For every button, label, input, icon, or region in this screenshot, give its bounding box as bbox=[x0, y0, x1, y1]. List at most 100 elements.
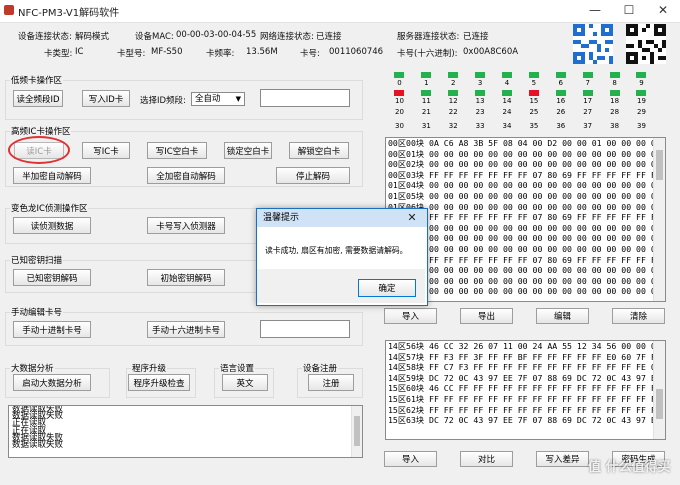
sector-led-icon bbox=[475, 72, 486, 78]
hex-bottom-scrollbar[interactable] bbox=[653, 341, 665, 439]
sector-number: 26 bbox=[556, 108, 566, 116]
hex-top-scrollbar[interactable] bbox=[653, 138, 665, 301]
sector-number: 11 bbox=[421, 97, 431, 105]
sector-indicator: 28 bbox=[601, 108, 628, 116]
sector-indicator: 27 bbox=[574, 108, 601, 116]
unlock-blank-button[interactable]: 解锁空白卡 bbox=[289, 142, 349, 159]
lowfreq-input[interactable] bbox=[260, 89, 350, 107]
window-title: NFC-PM3-V1解码软件 bbox=[18, 8, 120, 19]
register-button[interactable]: 注册 bbox=[308, 374, 354, 391]
card-model-label: 卡型号: bbox=[117, 49, 146, 59]
sector-led-icon bbox=[448, 90, 459, 96]
maximize-icon[interactable]: ☐ bbox=[612, 0, 646, 22]
card-no-hex-value: 0x00A8C60A bbox=[463, 47, 519, 57]
sector-led-icon bbox=[502, 72, 512, 78]
log-line: 数据读取失败 bbox=[12, 411, 64, 422]
stop-decode-button[interactable]: 停止解码 bbox=[276, 167, 350, 184]
server-status-value: 已连接 bbox=[463, 32, 489, 42]
known-key-decode-button[interactable]: 已知密钥解码 bbox=[13, 269, 91, 286]
semi-auto-decode-button[interactable]: 半加密自动解码 bbox=[13, 167, 91, 184]
write-blank-button[interactable]: 写IC空白卡 bbox=[147, 142, 207, 159]
sector-indicator: 8 bbox=[601, 72, 628, 87]
sector-number: 23 bbox=[475, 108, 485, 116]
alert-dialog: 温馨提示 ✕ 读卡成功, 扇区有加密, 需要数据请解码。 确定 bbox=[256, 208, 428, 306]
sector-indicator: 25 bbox=[520, 108, 547, 116]
init-key-decode-button[interactable]: 初始密钥解码 bbox=[147, 269, 225, 286]
ok-button[interactable]: 确定 bbox=[358, 279, 416, 297]
manual-card-input[interactable] bbox=[260, 320, 350, 338]
minimize-icon[interactable]: — bbox=[578, 0, 612, 22]
sector-number: 21 bbox=[421, 108, 431, 116]
hex-row: 15区63块 DC 72 0C 43 97 EE 7F 07 88 69 DC … bbox=[388, 415, 661, 426]
log-line: 正在读取 bbox=[12, 418, 47, 429]
card-no-label: 卡号: bbox=[300, 49, 320, 59]
hex-data-bottom[interactable]: 14区56块 46 CC 32 26 07 11 00 24 AA 55 12 … bbox=[385, 340, 666, 440]
sector-number: 29 bbox=[637, 108, 646, 116]
network-status-value: 已连接 bbox=[316, 32, 342, 42]
sector-led-icon bbox=[609, 72, 620, 78]
sector-indicator: 35 bbox=[520, 122, 547, 130]
sector-row: 0 1 2 3 4 5 6 7 8 9 bbox=[386, 72, 655, 87]
sector-led-icon bbox=[528, 72, 539, 78]
close-icon[interactable]: ✕ bbox=[646, 0, 680, 22]
sector-indicator: 1 bbox=[413, 72, 440, 87]
write-ic-button[interactable]: 写IC卡 bbox=[82, 142, 130, 159]
clear-button[interactable]: 清除 bbox=[612, 308, 665, 324]
sector-number: 28 bbox=[610, 108, 620, 116]
sector-number: 20 bbox=[394, 108, 404, 116]
sector-indicator: 32 bbox=[440, 122, 467, 130]
sector-led-icon bbox=[555, 90, 566, 96]
sector-number: 27 bbox=[583, 108, 593, 116]
hex-row: 15区61块 FF FF FF FF FF FF FF FF FF FF FF … bbox=[388, 393, 661, 404]
full-auto-decode-button[interactable]: 全加密自动解码 bbox=[147, 167, 225, 184]
device-status-label: 设备连接状态: bbox=[18, 32, 72, 42]
export-button[interactable]: 导出 bbox=[460, 308, 513, 324]
server-status-label: 服务器连接状态: bbox=[397, 32, 460, 42]
sector-number: 19 bbox=[637, 97, 646, 105]
read-detect-button[interactable]: 读侦测数据 bbox=[13, 217, 91, 234]
compare-button[interactable]: 对比 bbox=[460, 451, 513, 467]
qr-code-image bbox=[573, 24, 613, 64]
sector-indicator: 36 bbox=[547, 122, 574, 130]
english-button[interactable]: 英文 bbox=[222, 374, 268, 391]
read-band-button[interactable]: 读全频段ID bbox=[13, 90, 63, 107]
card-freq-value: 13.56M bbox=[246, 47, 278, 57]
lowfreq-title: 低频卡操作区 bbox=[10, 74, 64, 86]
device-status-value: 解码模式 bbox=[75, 32, 110, 42]
hex-top-scroll-thumb[interactable] bbox=[656, 150, 663, 180]
lock-blank-button[interactable]: 锁定空白卡 bbox=[224, 142, 272, 159]
sector-indicator: 21 bbox=[413, 108, 440, 116]
write-detector-button[interactable]: 卡号写入侦测器 bbox=[147, 217, 225, 234]
hex-bottom-scroll-thumb[interactable] bbox=[656, 389, 663, 419]
manual-hex-button[interactable]: 手动十六进制卡号 bbox=[147, 321, 225, 338]
manual-title: 手动编辑卡号 bbox=[10, 306, 64, 318]
sector-indicator: 34 bbox=[494, 122, 521, 130]
edit-button[interactable]: 编辑 bbox=[536, 308, 589, 324]
sector-led-icon bbox=[394, 90, 405, 96]
write-id-button[interactable]: 写入ID卡 bbox=[82, 90, 130, 107]
close-icon[interactable]: ✕ bbox=[397, 209, 427, 227]
qr-code-image bbox=[626, 24, 666, 64]
log-scroll-thumb[interactable] bbox=[354, 416, 360, 446]
sector-indicator: 39 bbox=[628, 122, 655, 130]
hex-row: 01区04块 00 00 00 00 00 00 00 00 00 00 00 … bbox=[388, 180, 661, 191]
sector-indicator: 5 bbox=[520, 72, 547, 87]
sector-led-icon bbox=[582, 72, 593, 78]
manual-decimal-button[interactable]: 手动十进制卡号 bbox=[13, 321, 91, 338]
log-line: 数据读取失败 bbox=[12, 439, 64, 450]
write-diff-button[interactable]: 写入差异 bbox=[536, 451, 589, 467]
upgrade-check-button[interactable]: 程序升级检查 bbox=[128, 374, 190, 391]
sector-indicator: 38 bbox=[601, 122, 628, 130]
start-bigdata-button[interactable]: 启动大数据分析 bbox=[13, 374, 91, 391]
sector-number: 4 bbox=[504, 79, 510, 87]
log-scrollbar[interactable] bbox=[351, 406, 362, 457]
band-select[interactable]: 全自动 ▼ bbox=[191, 92, 245, 106]
sector-number: 15 bbox=[529, 97, 539, 105]
read-ic-highlight bbox=[8, 136, 70, 164]
sector-number: 35 bbox=[529, 122, 539, 130]
app-icon bbox=[4, 5, 14, 15]
import-compare-button[interactable]: 导入 bbox=[384, 451, 437, 467]
import-button[interactable]: 导入 bbox=[384, 308, 437, 324]
hex-row: 15区62块 FF FF FF FF FF FF FF FF FF FF FF … bbox=[388, 404, 661, 415]
sector-indicator: 30 bbox=[386, 122, 413, 130]
